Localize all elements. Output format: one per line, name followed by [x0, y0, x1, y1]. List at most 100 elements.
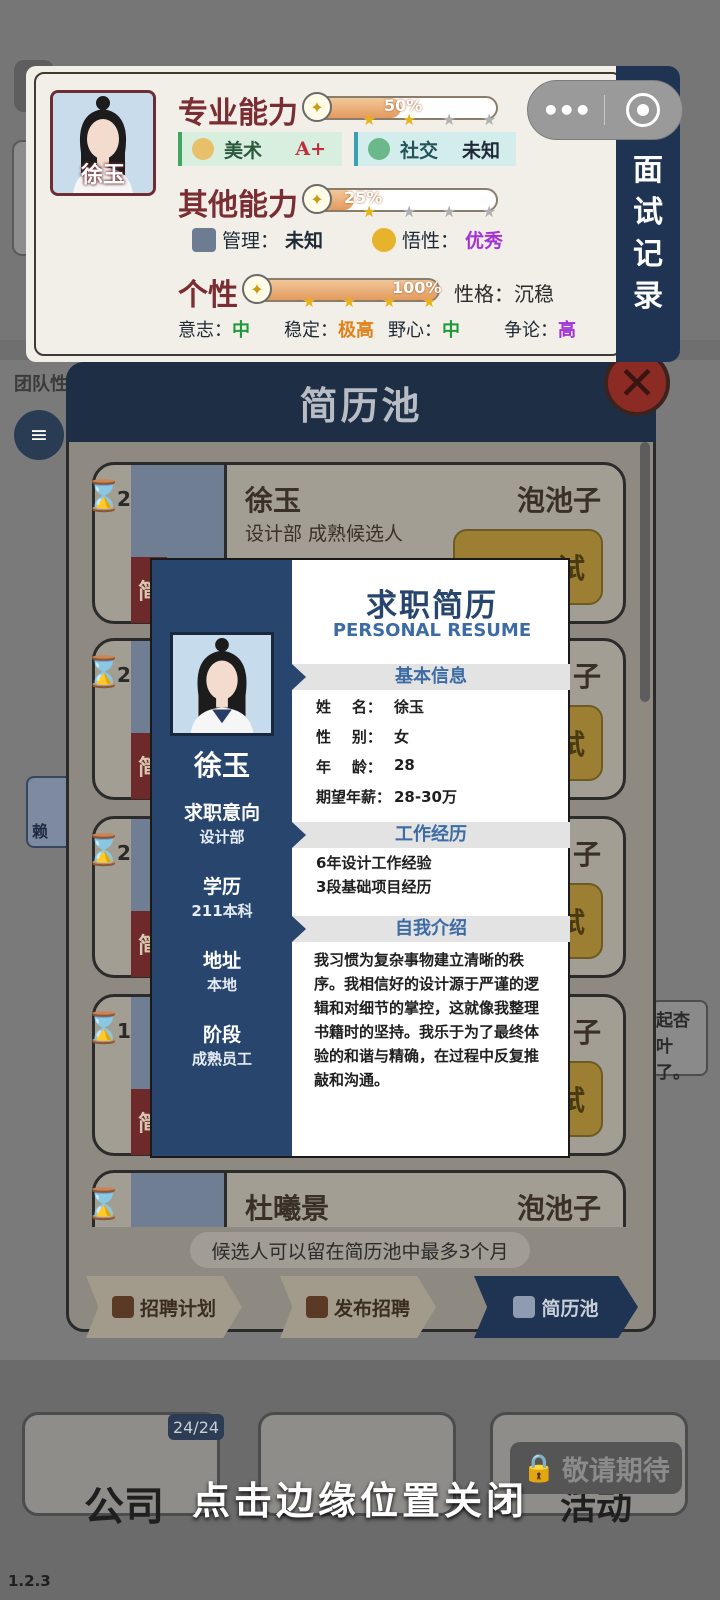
- info-row: 年 龄： 28: [316, 756, 415, 777]
- field-label: 阶段: [202, 1024, 241, 1046]
- more-options-icon[interactable]: •••: [528, 94, 604, 127]
- lightbulb-icon: [372, 227, 396, 252]
- personality-heading: 个性: [178, 278, 238, 313]
- candidate-source: 子: [572, 660, 601, 693]
- other-heading: 其他能力: [178, 188, 298, 223]
- field-label: 学历: [202, 876, 241, 898]
- character-row: 性格：沉稳: [454, 278, 554, 307]
- wait-count: 2: [117, 841, 131, 865]
- star-filled-icon: ★: [422, 292, 437, 311]
- trait-will: 意志：中: [178, 316, 250, 342]
- star-empty-icon: ★: [402, 202, 417, 221]
- other-progress: ✦ 25% ★ ★ ★ ★: [302, 184, 498, 220]
- resume-title: 求职简历: [366, 588, 498, 624]
- tab-publish-recruit[interactable]: 发布招聘: [280, 1276, 436, 1338]
- skill-label: 社交: [400, 139, 439, 162]
- candidate-source: 子: [572, 838, 601, 871]
- trait-label: 争论：: [504, 320, 558, 341]
- info-value: 徐玉: [394, 698, 425, 716]
- resume-pool-header: 简历池: [66, 362, 656, 442]
- trait-value: 中: [232, 320, 250, 341]
- close-icon: ✕: [617, 356, 657, 410]
- field-label: 地址: [202, 950, 241, 972]
- other-label: 悟性：: [402, 230, 460, 252]
- pool-note: 候选人可以留在简历池中最多3个月: [190, 1232, 530, 1268]
- star-filled-icon: ★: [382, 292, 397, 311]
- miniprogram-capsule: •••: [527, 80, 683, 140]
- field-label: 求职意向: [183, 802, 260, 824]
- team-label: 团队性: [14, 374, 68, 395]
- star-filled-icon: ★: [402, 110, 417, 129]
- self-introduction: 我习惯为复杂事物建立清晰的秩序。我相信好的设计源于严谨的逻辑和对细节的掌控，这就…: [314, 951, 540, 1089]
- info-row: 姓 名： 徐玉: [316, 696, 424, 717]
- interview-record-char: 录: [633, 279, 663, 314]
- tab-label: 发布招聘: [333, 1297, 410, 1320]
- skill-value: A+: [295, 138, 326, 160]
- resume-subtitle: PERSONAL RESUME: [332, 620, 532, 641]
- candidate-source: 子: [572, 1016, 601, 1049]
- target-icon: [626, 93, 661, 127]
- skill-chip-social: 社交 未知: [354, 132, 516, 166]
- info-row: 性 别： 女: [316, 726, 409, 747]
- personality-progress: ✦ 100% ★ ★ ★ ★: [242, 274, 441, 310]
- resume-photo: [170, 632, 274, 736]
- info-key: 期望年薪：: [316, 788, 392, 806]
- info-value: 28: [394, 756, 415, 774]
- star-empty-icon: ★: [482, 202, 497, 221]
- chat-bubble-icon: [368, 138, 390, 160]
- hourglass-icon: ⌛: [85, 1187, 123, 1222]
- star-filled-icon: ★: [362, 202, 377, 221]
- close-hint: 点击边缘位置关闭: [191, 1479, 528, 1523]
- professional-progress: ✦ 50% ★ ★ ★ ★: [302, 92, 498, 128]
- palette-icon: [192, 138, 214, 160]
- employee-name: 赖: [32, 822, 49, 841]
- recruit-plan-icon: [111, 1296, 134, 1318]
- professional-heading: 专业能力: [178, 96, 298, 131]
- avatar-name: 徐玉: [80, 163, 125, 188]
- avatar: 徐玉: [50, 90, 156, 196]
- version-label: 1.2.3: [8, 1572, 51, 1590]
- trait-ambition: 野心：中: [388, 316, 460, 342]
- document-icon: ≡: [29, 422, 49, 448]
- field-value: 成熟员工: [191, 1050, 252, 1068]
- trait-value: 极高: [338, 320, 374, 341]
- speech-line-2: 了。: [656, 1063, 690, 1083]
- work-line: 3段基础项目经历: [316, 878, 432, 896]
- character-label: 性格：: [454, 282, 514, 306]
- info-key: 年 龄：: [316, 758, 382, 776]
- tab-resume-pool[interactable]: 简历池: [474, 1276, 638, 1338]
- interview-record-char: 面: [633, 153, 663, 188]
- candidate-name: 杜曦景: [245, 1192, 330, 1225]
- scrollbar[interactable]: [640, 442, 650, 702]
- star-empty-icon: ★: [482, 110, 497, 129]
- candidate-subtitle: 设计部 成熟候选人: [245, 523, 404, 545]
- team-icon: [192, 227, 216, 252]
- info-value: 女: [394, 728, 410, 746]
- candidate-card[interactable]: ⌛ 杜曦景 泡池子: [85, 1170, 626, 1227]
- trait-stability: 稳定：极高: [284, 316, 374, 342]
- trait-argument: 争论：高: [504, 316, 576, 342]
- document-button[interactable]: ≡: [14, 410, 64, 460]
- lightbulb-icon: ✦: [302, 92, 332, 122]
- hourglass-icon: ⌛: [85, 833, 123, 868]
- other-label: 管理：: [222, 230, 280, 252]
- tab-label: 简历池: [541, 1297, 599, 1320]
- candidate-photo: [131, 1173, 227, 1227]
- candidate-source: 泡池子: [516, 484, 601, 517]
- skill-chip-art: 美术 A+: [178, 132, 342, 166]
- tab-recruit-plan[interactable]: 招聘计划: [86, 1276, 242, 1338]
- trait-value: 中: [442, 320, 460, 341]
- speech-bubble: 起杏叶 了。: [650, 1000, 708, 1083]
- interview-record-char: 试: [633, 195, 663, 230]
- character-value: 沉稳: [514, 282, 554, 306]
- hourglass-icon: ⌛: [85, 1011, 123, 1046]
- trait-value: 高: [558, 320, 576, 341]
- hourglass-icon: ⌛: [85, 479, 123, 514]
- info-row: 期望年薪： 28-30万: [316, 786, 457, 807]
- lightbulb-icon: ✦: [302, 184, 332, 214]
- field-value: 设计部: [199, 828, 245, 846]
- exit-button[interactable]: [605, 93, 683, 127]
- resume-name: 徐玉: [193, 749, 250, 782]
- resume-popup: 徐玉 求职意向 设计部 学历 211本科 地址 本地 阶段 成熟员工 求职简历 …: [150, 558, 570, 1158]
- stack-icon: [513, 1296, 536, 1318]
